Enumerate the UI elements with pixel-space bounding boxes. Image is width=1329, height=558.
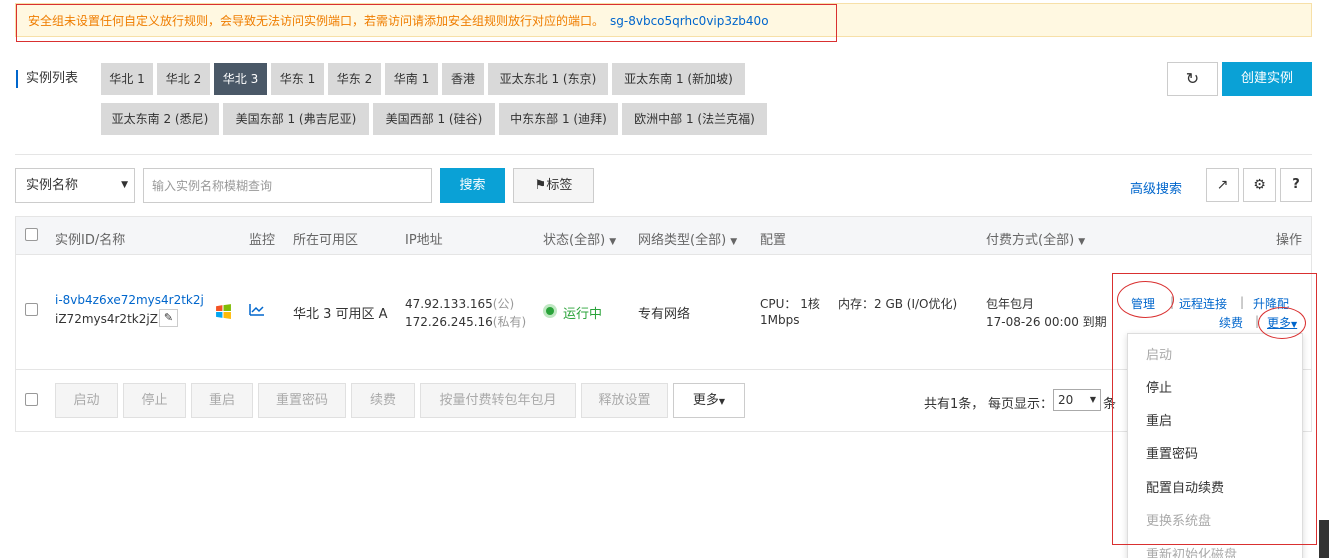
header-status-filter[interactable]: 状态(全部) ▼ bbox=[543, 229, 616, 248]
help-button[interactable]: ? bbox=[1280, 168, 1312, 202]
refresh-icon: ↻ bbox=[1185, 69, 1200, 88]
region-tab[interactable]: 华南 1 bbox=[385, 63, 438, 95]
row-checkbox[interactable] bbox=[25, 303, 38, 316]
annotation-circle-manage bbox=[1117, 281, 1174, 318]
instance-list-title: 实例列表 bbox=[16, 70, 78, 88]
status-running: 运行中 bbox=[563, 307, 603, 322]
region-tab[interactable]: 美国西部 1 (硅谷) bbox=[373, 103, 495, 135]
header-actions: 操作 bbox=[1276, 233, 1303, 248]
expire-date: 17-08-26 00:00 到期 bbox=[986, 315, 1107, 329]
network-type: 专有网络 bbox=[638, 307, 691, 322]
windows-os-icon bbox=[215, 303, 232, 320]
header-network-filter[interactable]: 网络类型(全部) ▼ bbox=[638, 229, 737, 248]
status-dot-icon bbox=[543, 304, 557, 318]
region-tab-active[interactable]: 华北 3 bbox=[214, 63, 267, 95]
header-network-label: 网络类型(全部) bbox=[638, 233, 727, 248]
private-ip-value: 172.26.245.16 bbox=[405, 315, 493, 329]
region-tab[interactable]: 华北 2 bbox=[157, 63, 210, 95]
header-billing-filter[interactable]: 付费方式(全部) ▼ bbox=[986, 229, 1085, 248]
region-tab[interactable]: 华东 1 bbox=[271, 63, 324, 95]
instance-id-link[interactable]: i-8vb4z6xe72mys4r2tk2j bbox=[55, 293, 204, 307]
batch-start-button[interactable]: 启动 bbox=[55, 383, 118, 418]
search-input[interactable] bbox=[143, 168, 432, 203]
monitor-chart-icon[interactable] bbox=[249, 303, 265, 317]
header-ip: IP地址 bbox=[405, 233, 443, 248]
private-ip-suffix: (私有) bbox=[492, 315, 527, 329]
private-ip: 172.26.245.16(私有) bbox=[405, 313, 526, 330]
config-bandwidth: 1Mbps bbox=[760, 313, 800, 327]
caret-down-icon: ▼ bbox=[730, 237, 738, 247]
region-tab[interactable]: 香港 bbox=[442, 63, 484, 95]
public-ip-value: 47.92.133.165 bbox=[405, 297, 493, 311]
region-tab[interactable]: 亚太东北 1 (东京) bbox=[488, 63, 608, 95]
region-tab[interactable]: 亚太东南 2 (悉尼) bbox=[101, 103, 219, 135]
edit-name-button[interactable]: ✎ bbox=[159, 309, 178, 327]
zone-cell: 华北 3 可用区 A bbox=[293, 307, 388, 322]
export-icon: ↗ bbox=[1216, 177, 1229, 193]
billing-type: 包年包月 bbox=[986, 297, 1035, 311]
instance-name: iZ72mys4r2tk2jZ bbox=[55, 312, 158, 326]
header-billing-label: 付费方式(全部) bbox=[986, 233, 1075, 248]
page-size-select[interactable]: 20 ▼ bbox=[1053, 389, 1101, 411]
page-size-value: 20 bbox=[1058, 393, 1074, 407]
batch-restart-button[interactable]: 重启 bbox=[191, 383, 253, 418]
search-button[interactable]: 搜索 bbox=[440, 168, 505, 203]
region-tab[interactable]: 美国东部 1 (弗吉尼亚) bbox=[223, 103, 369, 135]
footer-select-all-checkbox[interactable] bbox=[25, 393, 38, 406]
refresh-button[interactable]: ↻ bbox=[1167, 62, 1218, 96]
region-tab[interactable]: 中东东部 1 (迪拜) bbox=[499, 103, 618, 135]
batch-stop-button[interactable]: 停止 bbox=[123, 383, 186, 418]
batch-more-label: 更多 bbox=[692, 393, 719, 408]
header-instance-id: 实例ID/名称 bbox=[55, 233, 126, 248]
caret-down-icon: ▼ bbox=[121, 180, 128, 190]
region-tab[interactable]: 亚太东南 1 (新加坡) bbox=[612, 63, 745, 95]
settings-button[interactable]: ⚙ bbox=[1243, 168, 1276, 202]
header-config: 配置 bbox=[760, 233, 787, 248]
side-scroll-tab[interactable] bbox=[1319, 520, 1329, 558]
section-divider bbox=[15, 154, 1312, 155]
caret-down-icon: ▼ bbox=[1089, 395, 1096, 404]
batch-renew-button[interactable]: 续费 bbox=[351, 383, 415, 418]
batch-more-button[interactable]: 更多▼ bbox=[673, 383, 745, 418]
caret-down-icon: ▼ bbox=[609, 237, 617, 247]
caret-down-icon: ▼ bbox=[718, 397, 726, 406]
annotation-circle-more bbox=[1258, 307, 1306, 339]
batch-reset-password-button[interactable]: 重置密码 bbox=[258, 383, 346, 418]
gear-icon: ⚙ bbox=[1253, 177, 1266, 193]
create-instance-button[interactable]: 创建实例 bbox=[1222, 62, 1312, 96]
header-zone: 所在可用区 bbox=[293, 233, 359, 248]
caret-down-icon: ▼ bbox=[1078, 237, 1086, 247]
tag-icon: ⚑ bbox=[534, 178, 547, 193]
public-ip: 47.92.133.165(公) bbox=[405, 295, 514, 312]
menu-item-reinit-disk: 重新初始化磁盘 bbox=[1146, 548, 1238, 558]
batch-convert-billing-button[interactable]: 按量付费转包年包月 bbox=[420, 383, 576, 418]
pencil-icon: ✎ bbox=[163, 311, 174, 324]
public-ip-suffix: (公) bbox=[492, 297, 515, 311]
tag-button-label: 标签 bbox=[546, 178, 573, 193]
config-memory: 内存：2 GB (I/O优化) bbox=[838, 297, 958, 311]
search-field-selected: 实例名称 bbox=[26, 178, 79, 193]
tag-button[interactable]: ⚑标签 bbox=[513, 168, 594, 203]
select-all-checkbox[interactable] bbox=[25, 228, 38, 241]
batch-release-settings-button[interactable]: 释放设置 bbox=[581, 383, 668, 418]
page-size-label: 每页显示： bbox=[988, 397, 1054, 412]
region-tab[interactable]: 华东 2 bbox=[328, 63, 381, 95]
header-status-label: 状态(全部) bbox=[543, 233, 606, 248]
config-cpu: CPU： 1核 bbox=[760, 297, 820, 311]
pagination-total: 共有1条， bbox=[924, 397, 985, 412]
header-monitor: 监控 bbox=[249, 233, 276, 248]
region-tab[interactable]: 华北 1 bbox=[101, 63, 153, 95]
export-button[interactable]: ↗ bbox=[1206, 168, 1239, 202]
annotation-highlight-warning bbox=[16, 4, 837, 42]
search-field-select[interactable]: 实例名称 ▼ bbox=[15, 168, 135, 203]
region-tab[interactable]: 欧洲中部 1 (法兰克福) bbox=[622, 103, 767, 135]
advanced-search-link[interactable]: 高级搜索 bbox=[1130, 178, 1182, 197]
